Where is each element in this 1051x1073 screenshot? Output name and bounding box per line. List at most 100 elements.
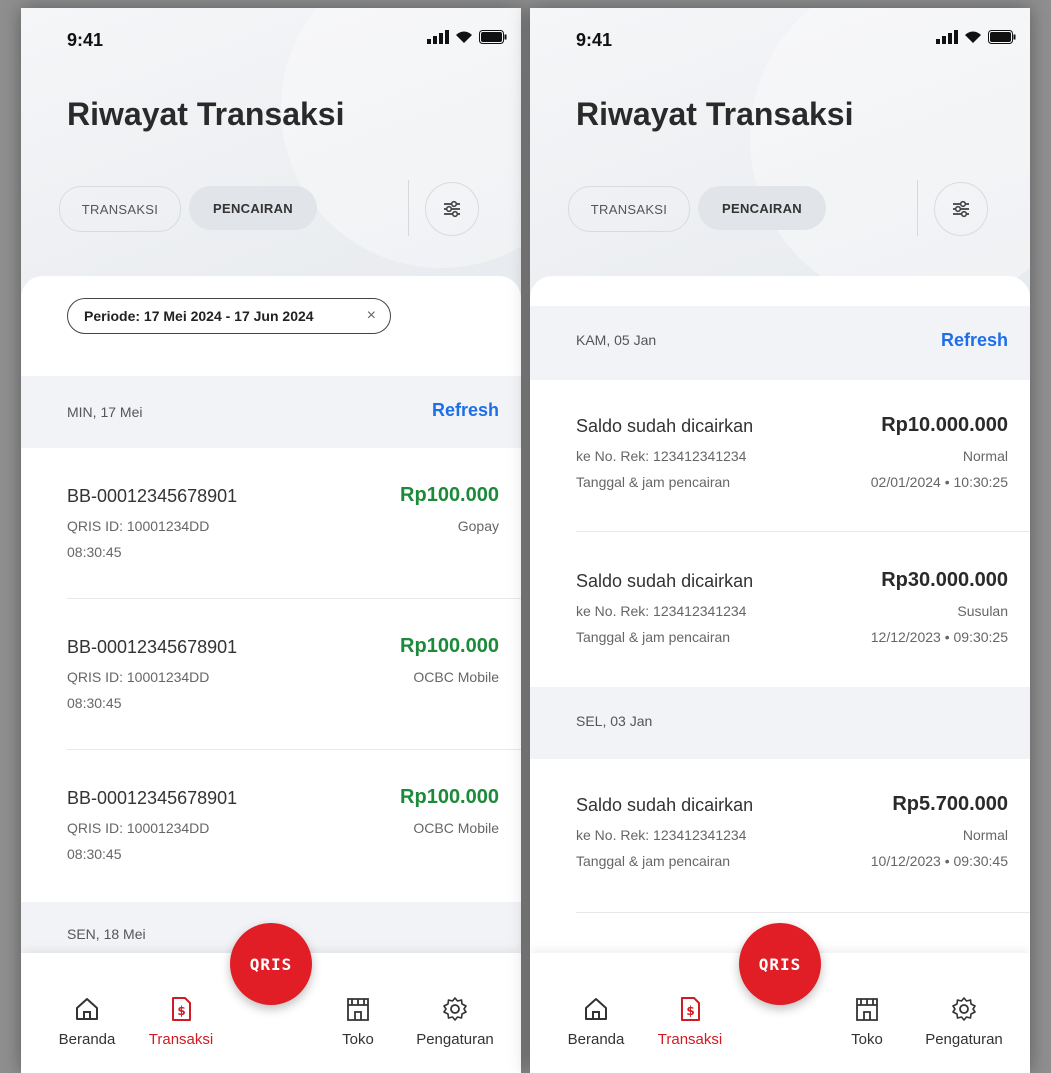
close-icon[interactable]: × bbox=[367, 307, 376, 325]
nav-item-toko[interactable]: Toko bbox=[817, 995, 917, 1048]
disbursement-title: Saldo sudah dicairkan bbox=[576, 571, 754, 591]
nav-item-pengaturan[interactable]: Pengaturan bbox=[405, 995, 505, 1048]
page-title: Riwayat Transaksi bbox=[67, 96, 345, 132]
phone-screen-transaksi: 9:41 Riwayat Transaksi TRANSAKSI PENCAIR… bbox=[21, 8, 521, 1073]
refresh-link[interactable]: Refresh bbox=[941, 330, 1008, 351]
header-background bbox=[21, 8, 521, 308]
nav-item-transaksi[interactable]: $ Transaksi bbox=[131, 995, 231, 1048]
nav-label: Pengaturan bbox=[416, 1031, 494, 1048]
signal-icon bbox=[427, 30, 449, 44]
nav-label: Toko bbox=[342, 1031, 374, 1048]
datetime-label: Tanggal & jam pencairan bbox=[576, 629, 731, 645]
row-divider bbox=[67, 749, 521, 750]
wifi-icon bbox=[456, 31, 472, 43]
filter-button[interactable] bbox=[934, 182, 988, 236]
disbursement-title: Saldo sudah dicairkan bbox=[576, 795, 754, 815]
transaction-time: 08:30:45 bbox=[67, 695, 122, 711]
receipt-icon: $ bbox=[172, 997, 191, 1021]
tab-divider bbox=[408, 180, 409, 236]
store-icon bbox=[856, 998, 878, 1021]
status-time: 9:41 bbox=[576, 30, 613, 50]
transaction-id: BB-00012345678901 bbox=[67, 788, 238, 808]
filter-sliders-icon bbox=[444, 200, 460, 218]
disbursement-type: Normal bbox=[962, 827, 1008, 843]
nav-label: Transaksi bbox=[657, 1031, 723, 1048]
status-icons bbox=[936, 30, 1016, 44]
transaction-amount: Rp100.000 bbox=[400, 635, 499, 657]
svg-text:$: $ bbox=[177, 1004, 185, 1018]
tab-transaksi[interactable]: TRANSAKSI bbox=[568, 186, 690, 232]
tab-pencairan[interactable]: PENCAIRAN bbox=[189, 186, 317, 230]
bottom-navigation: QRIS Beranda $ Transaksi Toko Pengaturan bbox=[21, 923, 521, 1073]
disbursement-type: Normal bbox=[962, 448, 1008, 464]
nav-item-beranda[interactable]: Beranda bbox=[37, 995, 137, 1048]
nav-label: Pengaturan bbox=[925, 1031, 1003, 1048]
transaction-time: 08:30:45 bbox=[67, 544, 122, 560]
header-decoration bbox=[281, 8, 521, 268]
datetime-label: Tanggal & jam pencairan bbox=[576, 853, 731, 869]
payment-method: Gopay bbox=[457, 518, 499, 534]
signal-icon bbox=[936, 30, 958, 44]
nav-label: Beranda bbox=[567, 1031, 625, 1048]
datetime-label: Tanggal & jam pencairan bbox=[576, 474, 731, 490]
tab-transaksi[interactable]: TRANSAKSI bbox=[59, 186, 181, 232]
disbursement-amount: Rp10.000.000 bbox=[881, 414, 1008, 436]
qris-logo: QRIS bbox=[249, 954, 293, 974]
battery-icon bbox=[988, 30, 1016, 44]
gear-icon bbox=[952, 997, 976, 1021]
battery-icon bbox=[479, 30, 507, 44]
qris-button[interactable]: QRIS bbox=[739, 923, 821, 1005]
header-background bbox=[530, 8, 1030, 308]
disbursement-datetime: 10/12/2023 • 09:30:45 bbox=[870, 853, 1008, 869]
payment-method: OCBC Mobile bbox=[413, 669, 499, 685]
home-icon bbox=[76, 998, 98, 1020]
date-group-header: SEL, 03 Jan bbox=[530, 687, 1030, 759]
date-label: MIN, 17 Mei bbox=[67, 404, 143, 420]
account-number: ke No. Rek: 123412341234 bbox=[576, 448, 747, 464]
row-divider bbox=[576, 531, 1030, 532]
transaction-row[interactable]: BB-00012345678901 QRIS ID: 10001234DD 08… bbox=[21, 635, 521, 787]
disbursement-row[interactable]: Saldo sudah dicairkan ke No. Rek: 123412… bbox=[530, 414, 1030, 566]
wifi-icon bbox=[965, 31, 981, 43]
svg-text:$: $ bbox=[686, 1004, 694, 1018]
status-time: 9:41 bbox=[67, 30, 104, 50]
disbursement-datetime: 12/12/2023 • 09:30:25 bbox=[870, 629, 1008, 645]
nav-item-beranda[interactable]: Beranda bbox=[546, 995, 646, 1048]
tab-pencairan[interactable]: PENCAIRAN bbox=[698, 186, 826, 230]
disbursement-amount: Rp5.700.000 bbox=[892, 793, 1008, 815]
header-decoration bbox=[750, 8, 1030, 308]
row-divider bbox=[576, 912, 1030, 913]
home-icon bbox=[585, 998, 607, 1020]
transaction-row[interactable]: BB-00012345678901 QRIS ID: 10001234DD 08… bbox=[21, 484, 521, 636]
account-number: ke No. Rek: 123412341234 bbox=[576, 827, 747, 843]
nav-item-toko[interactable]: Toko bbox=[308, 995, 408, 1048]
date-label: SEL, 03 Jan bbox=[576, 713, 653, 729]
qris-id: QRIS ID: 10001234DD bbox=[67, 669, 210, 685]
filter-button[interactable] bbox=[425, 182, 479, 236]
receipt-icon: $ bbox=[681, 997, 700, 1021]
phone-screen-pencairan: 9:41 Riwayat Transaksi TRANSAKSI PENCAIR… bbox=[530, 8, 1030, 1073]
nav-item-pengaturan[interactable]: Pengaturan bbox=[914, 995, 1014, 1048]
gear-icon bbox=[443, 997, 467, 1021]
nav-item-transaksi[interactable]: $ Transaksi bbox=[640, 995, 740, 1048]
nav-label: Toko bbox=[851, 1031, 883, 1048]
qris-logo: QRIS bbox=[758, 954, 802, 974]
period-chip-label: Periode: 17 Mei 2024 - 17 Jun 2024 bbox=[84, 308, 314, 324]
disbursement-title: Saldo sudah dicairkan bbox=[576, 416, 754, 436]
qris-button[interactable]: QRIS bbox=[230, 923, 312, 1005]
transaction-time: 08:30:45 bbox=[67, 846, 122, 862]
transaction-id: BB-00012345678901 bbox=[67, 486, 238, 506]
disbursement-amount: Rp30.000.000 bbox=[881, 569, 1008, 591]
row-divider bbox=[67, 598, 521, 599]
transaction-id: BB-00012345678901 bbox=[67, 637, 238, 657]
nav-label: Beranda bbox=[58, 1031, 116, 1048]
transaction-amount: Rp100.000 bbox=[400, 786, 499, 808]
date-label: SEN, 18 Mei bbox=[67, 926, 146, 942]
period-filter-chip[interactable]: Periode: 17 Mei 2024 - 17 Jun 2024 × bbox=[67, 298, 391, 334]
qris-id: QRIS ID: 10001234DD bbox=[67, 518, 210, 534]
filter-sliders-icon bbox=[953, 200, 969, 218]
qris-id: QRIS ID: 10001234DD bbox=[67, 820, 210, 836]
date-group-header: MIN, 17 Mei Refresh bbox=[21, 376, 521, 448]
date-label: KAM, 05 Jan bbox=[576, 332, 657, 348]
refresh-link[interactable]: Refresh bbox=[432, 400, 499, 421]
